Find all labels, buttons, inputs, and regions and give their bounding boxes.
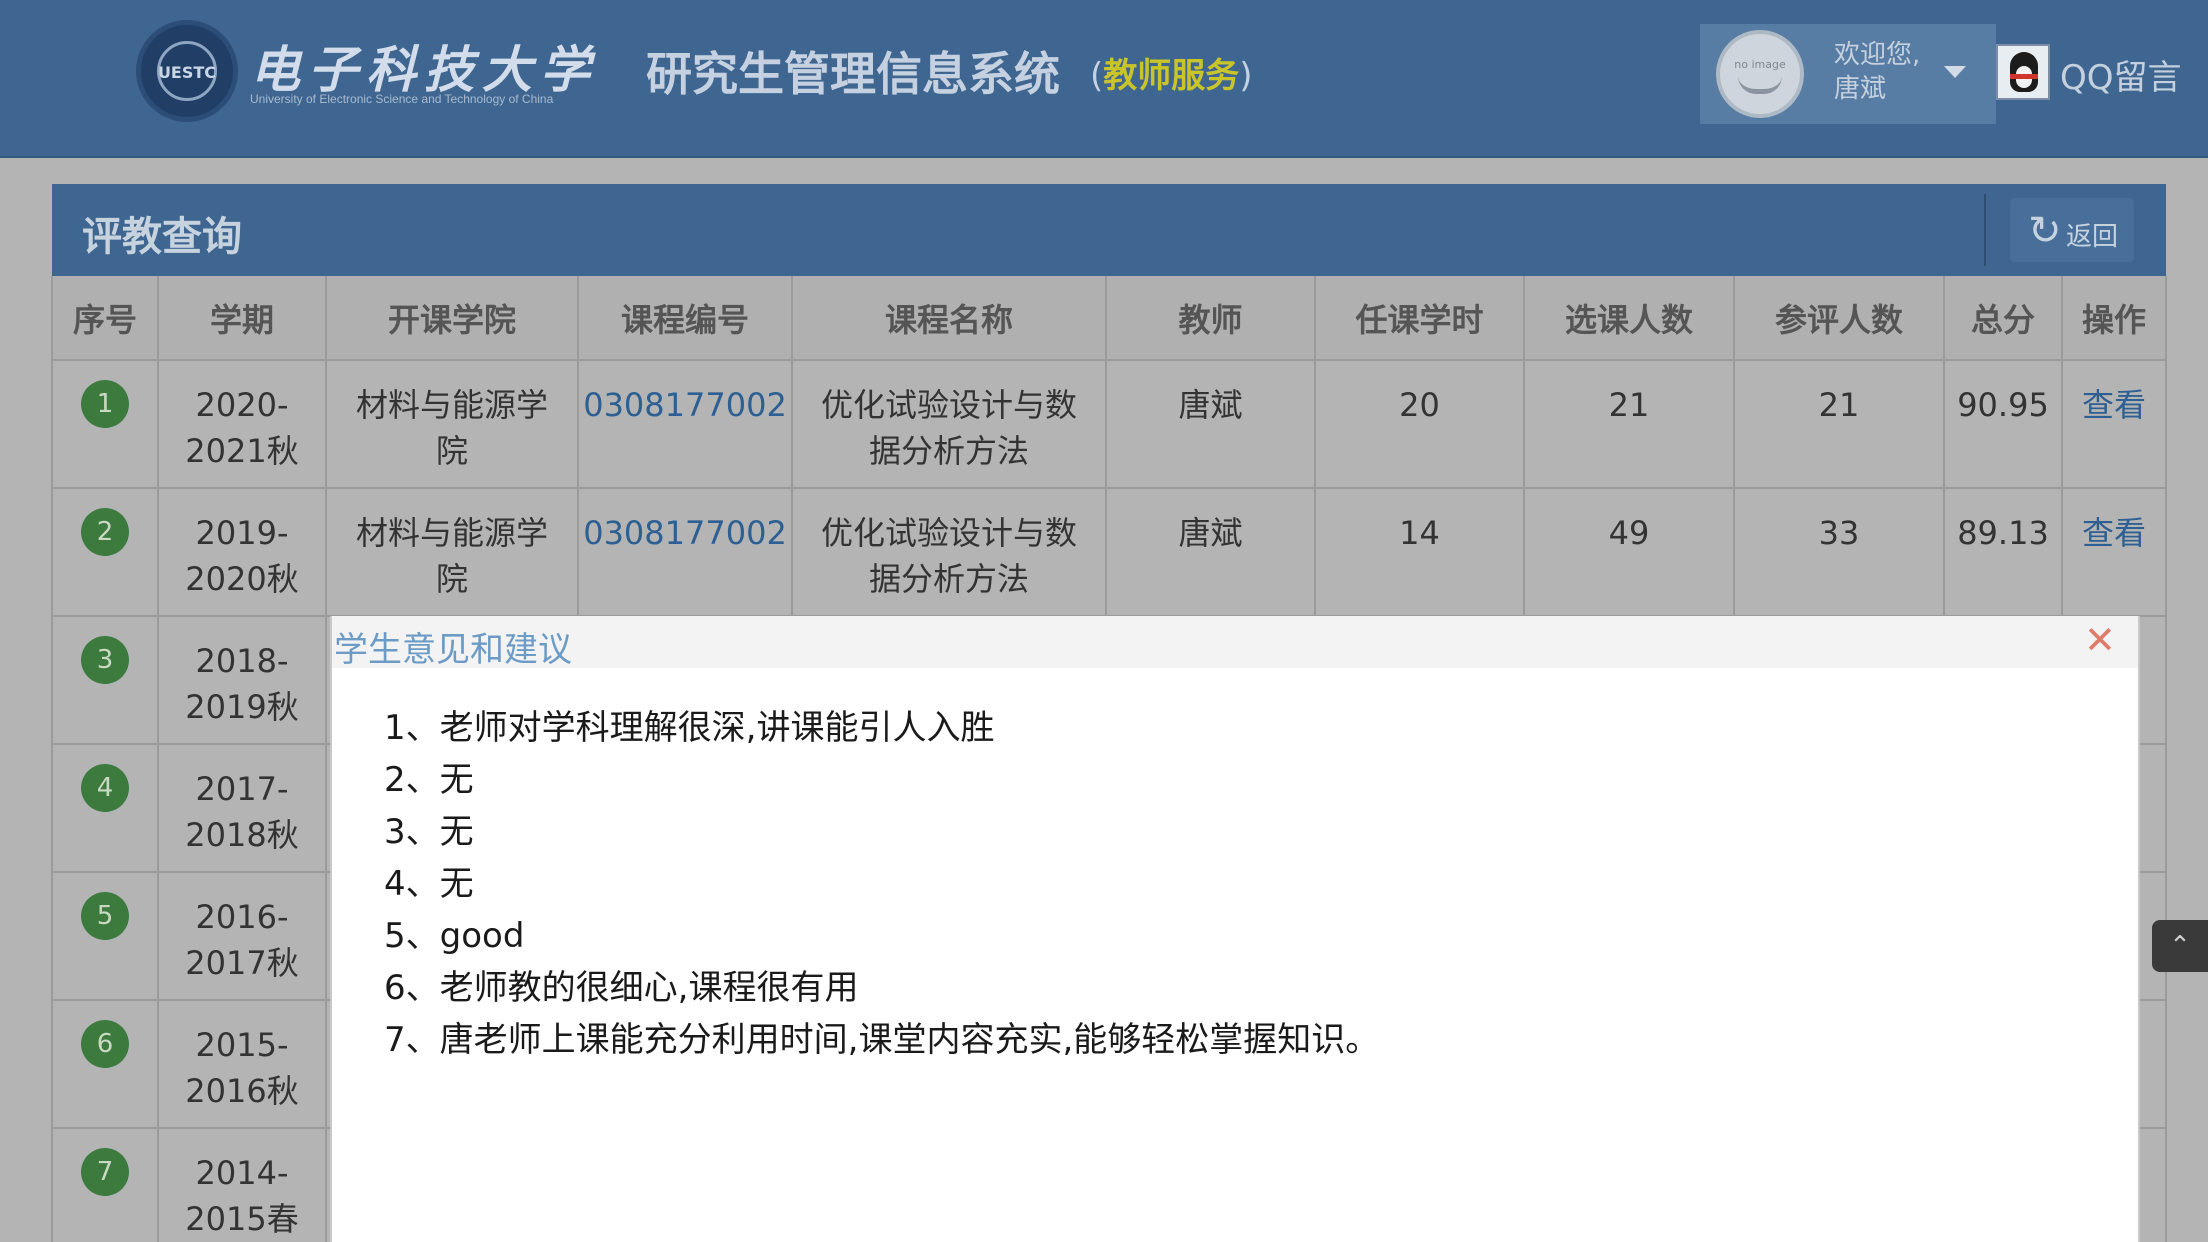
university-seal-logo: UESTC: [136, 20, 238, 122]
row-number-badge: 4: [81, 764, 129, 812]
university-name-en: University of Electronic Science and Tec…: [250, 92, 554, 106]
view-link[interactable]: 查看: [2062, 360, 2166, 488]
cell-term: 2015- 2016秋: [185, 1026, 299, 1110]
grid-divider: [325, 276, 327, 1242]
row-number-badge: 2: [81, 508, 129, 556]
comment-item: 2、无: [384, 760, 474, 800]
cell-score: 89.13: [1957, 514, 2049, 552]
divider: [1984, 194, 1986, 266]
cell-enrolled: 49: [1608, 514, 1650, 552]
column-header-hours: 任课学时: [1315, 276, 1524, 360]
course-code-link[interactable]: 0308177002: [578, 488, 792, 616]
grid-divider: [52, 359, 2166, 361]
cell-score: 90.95: [1957, 386, 2049, 424]
system-title: 研究生管理信息系统: [646, 47, 1060, 101]
course-code-link[interactable]: 0308177002: [578, 360, 792, 488]
cell-evaluated: 33: [1818, 514, 1860, 552]
avatar: no image: [1716, 30, 1804, 118]
row-number-badge: 1: [81, 380, 129, 428]
column-header-no: 序号: [52, 276, 158, 360]
comment-item: 3、无: [384, 812, 474, 852]
cell-term: 2017- 2018秋: [185, 770, 299, 854]
comments-dialog: 学生意见和建议 ✕ 1、老师对学科理解很深,讲课能引人入胜 2、无 3、无 4、无 5、…: [330, 616, 2140, 1242]
cell-evaluated: 21: [1818, 386, 1860, 424]
comment-item: 1、老师对学科理解很深,讲课能引人入胜: [384, 708, 995, 748]
column-header-teacher: 教师: [1106, 276, 1315, 360]
cell-term: 2019- 2020秋: [185, 514, 299, 598]
row-number-badge: 6: [81, 1020, 129, 1068]
system-subtitle: (教师服务): [1090, 56, 1253, 96]
view-link[interactable]: 查看: [2062, 488, 2166, 616]
column-header-course-code: 课程编号: [578, 276, 792, 360]
user-name: 唐斌: [1834, 74, 1887, 104]
cell-term: 2020- 2021秋: [185, 386, 299, 470]
page-title: 评教查询: [82, 214, 242, 260]
column-header-course-name: 课程名称: [792, 276, 1106, 360]
grid-divider: [51, 276, 53, 1242]
dialog-header: 学生意见和建议 ✕: [332, 616, 2138, 670]
column-header-college: 开课学院: [326, 276, 578, 360]
column-header-enrolled: 选课人数: [1524, 276, 1734, 360]
cell-hours: 14: [1399, 514, 1440, 552]
cell-teacher: 唐斌: [1178, 386, 1243, 424]
panel-header: 评教查询 ↻ 返回: [52, 184, 2166, 276]
qq-message-link[interactable]: QQ留言: [2060, 50, 2182, 99]
column-header-score: 总分: [1944, 276, 2062, 360]
close-icon[interactable]: ✕: [2084, 618, 2116, 662]
cell-term: 2014- 2015春: [185, 1154, 299, 1238]
chevron-double-up-icon[interactable]: ⌃: [2152, 920, 2208, 972]
cell-teacher: 唐斌: [1178, 514, 1243, 552]
column-header-action: 操作: [2062, 276, 2166, 360]
cell-term: 2016- 2017秋: [185, 898, 299, 982]
cell-college: 材料与能源学 院: [355, 386, 548, 470]
qq-penguin-icon[interactable]: [1996, 44, 2050, 100]
comment-item: 6、老师教的很细心,课程很有用: [384, 968, 859, 1008]
user-menu[interactable]: no image 欢迎您, 唐斌: [1700, 24, 1996, 124]
comments-list: 1、老师对学科理解很深,讲课能引人入胜 2、无 3、无 4、无 5、good 6、老师教的…: [384, 702, 1379, 1066]
comment-item: 7、唐老师上课能充分利用时间,课堂内容充实,能够轻松掌握知识。: [384, 1020, 1380, 1060]
cell-course-name: 优化试验设计与数 据分析方法: [820, 514, 1077, 598]
top-header: UESTC 电子科技大学 University of Electronic Sc…: [0, 0, 2208, 158]
caret-down-icon[interactable]: [1944, 66, 1966, 78]
grid-divider: [52, 487, 2166, 489]
cell-term: 2018- 2019秋: [185, 642, 299, 726]
cell-hours: 20: [1399, 386, 1440, 424]
grid-divider: [157, 276, 159, 1242]
row-number-badge: 7: [81, 1148, 129, 1196]
cell-college: 材料与能源学 院: [355, 514, 548, 598]
column-header-evaluated: 参评人数: [1734, 276, 1944, 360]
comment-item: 4、无: [384, 864, 474, 904]
row-number-badge: 5: [81, 892, 129, 940]
dialog-title: 学生意见和建议: [334, 630, 572, 670]
cell-course-name: 优化试验设计与数 据分析方法: [820, 386, 1077, 470]
column-header-term: 学期: [158, 276, 326, 360]
welcome-text: 欢迎您, 唐斌: [1834, 40, 1921, 104]
comment-item: 5、good: [384, 916, 525, 956]
back-button[interactable]: ↻ 返回: [2010, 198, 2134, 262]
refresh-icon: ↻: [2028, 208, 2062, 254]
grid-divider: [2165, 276, 2167, 1242]
row-number-badge: 3: [81, 636, 129, 684]
teacher-service-label: 教师服务: [1103, 56, 1240, 96]
cell-enrolled: 21: [1608, 386, 1650, 424]
